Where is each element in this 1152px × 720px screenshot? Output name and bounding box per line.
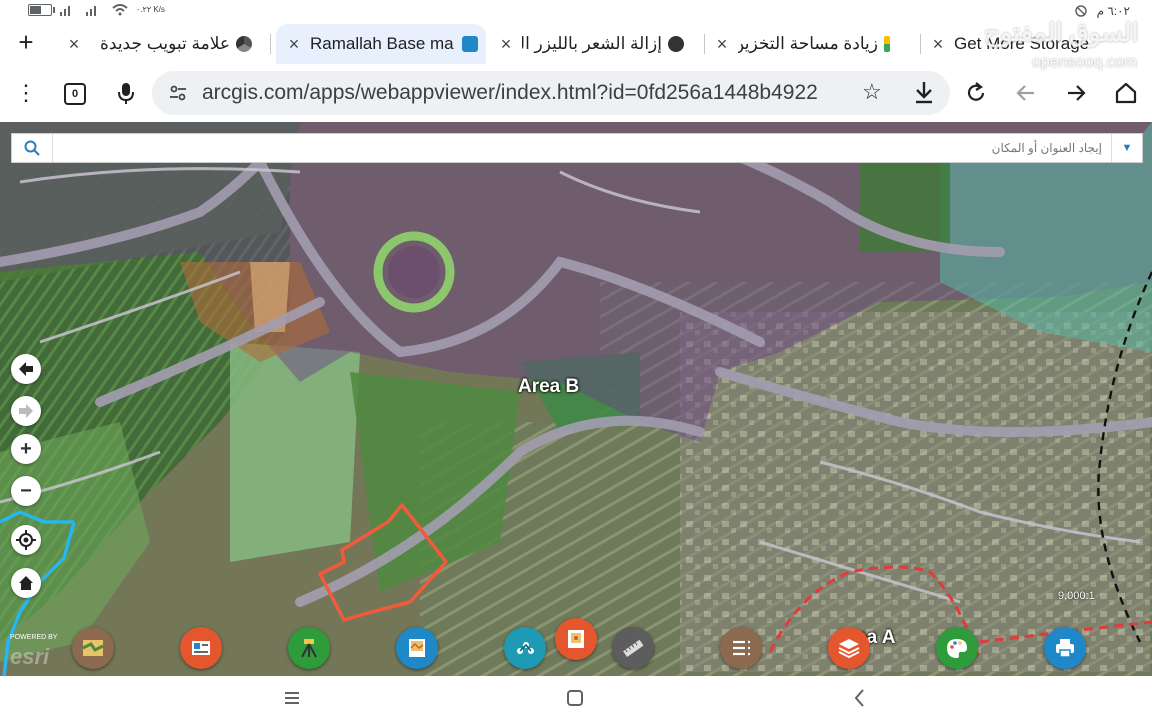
next-extent-button[interactable]: [11, 396, 41, 426]
globe-icon: [668, 36, 684, 52]
close-tab-icon[interactable]: ×: [496, 34, 516, 55]
arcgis-icon: [462, 36, 478, 52]
signal-icon-2: [86, 6, 96, 16]
chevron-down-icon[interactable]: ▼: [1111, 134, 1142, 162]
back-nav-icon[interactable]: [848, 686, 872, 710]
recents-icon[interactable]: [280, 686, 304, 710]
opensooq-watermark-url: opensooq.com: [1032, 54, 1137, 71]
tab-strip: + × علامة تبويب جديدة × Ramallah Base ma…: [0, 24, 1152, 64]
clock: ٦:٠٢ م: [1096, 4, 1130, 18]
new-tab-button[interactable]: +: [12, 28, 40, 56]
widget-toolbar: [0, 618, 1152, 676]
analysis-widget[interactable]: [504, 627, 546, 669]
tripod-icon: [301, 639, 317, 658]
tab-title: إزالة الشعر بالليزر الدو: [522, 34, 662, 53]
wifi-icon: [112, 4, 128, 16]
status-bar: ٠.٢٢ K/s ٦:٠٢ م: [0, 0, 1152, 24]
layers-widget[interactable]: [828, 627, 870, 669]
download-icon[interactable]: [912, 79, 936, 105]
ruler-icon: [623, 639, 644, 658]
microphone-icon[interactable]: [112, 79, 140, 107]
forward-arrow-icon[interactable]: [1062, 79, 1090, 107]
photo-frame-icon: [568, 630, 584, 648]
list-widget[interactable]: [720, 627, 762, 669]
search-button[interactable]: [12, 134, 53, 162]
tab-switcher-button[interactable]: 0: [64, 83, 86, 105]
previous-extent-button[interactable]: [11, 354, 41, 384]
zoom-out-button[interactable]: −: [11, 476, 41, 506]
net-speed: ٠.٢٢ K/s: [136, 5, 165, 14]
default-extent-button[interactable]: [11, 568, 41, 598]
basemap-gallery-widget[interactable]: [72, 627, 114, 669]
map-icon: [82, 640, 104, 656]
coordinate-widget[interactable]: [180, 627, 222, 669]
search-placeholder[interactable]: إيجاد العنوان أو المكان: [992, 141, 1102, 155]
my-location-button[interactable]: [11, 525, 41, 555]
zoom-in-button[interactable]: +: [11, 434, 41, 464]
battery-icon: [28, 4, 55, 16]
address-bar[interactable]: arcgis.com/apps/webappviewer/index.html?…: [152, 71, 950, 115]
map-document-icon: [409, 639, 425, 657]
reload-icon[interactable]: [962, 79, 990, 107]
url-text[interactable]: arcgis.com/apps/webappviewer/index.html?…: [202, 81, 842, 105]
tab-ramallah-base-map[interactable]: × Ramallah Base ma: [276, 24, 486, 64]
area-b-label: Area B: [518, 376, 580, 397]
menu-kebab-icon[interactable]: ⋮: [12, 79, 40, 107]
arrow-right-icon: [19, 404, 33, 418]
photo-frame-widget[interactable]: [555, 618, 597, 660]
scale-readout: 9,000:1: [1058, 590, 1095, 602]
tab-new-tab[interactable]: × علامة تبويب جديدة: [64, 24, 268, 64]
chrome-icon: [236, 36, 252, 52]
close-tab-icon[interactable]: ×: [64, 34, 84, 55]
home-icon: [19, 576, 33, 590]
tab-title: زيادة مساحة التخزين: [738, 34, 878, 53]
palette-icon: [947, 639, 967, 658]
locate-icon: [16, 530, 36, 550]
print-icon: [1056, 639, 1074, 658]
coordinate-card-icon: [192, 641, 210, 655]
map-view[interactable]: إيجاد العنوان أو المكان ▼ Area B ea A 9,…: [0, 122, 1152, 676]
list-icon: [733, 640, 750, 656]
browser-toolbar: ⋮ 0 arcgis.com/apps/webappviewer/index.h…: [0, 64, 1152, 122]
dnd-icon: [1074, 5, 1087, 17]
close-tab-icon[interactable]: ×: [928, 34, 948, 55]
search-icon: [24, 140, 40, 156]
opensooq-watermark: السوق المفتوح: [984, 19, 1139, 47]
ruler-widget[interactable]: [612, 627, 654, 669]
tab-increase-storage[interactable]: × زيادة مساحة التخزين: [712, 24, 912, 64]
analysis-icon: [517, 642, 534, 654]
android-nav-bar: [0, 676, 1152, 720]
layers-icon: [838, 639, 860, 659]
tab-laser-hair-removal[interactable]: × إزالة الشعر بالليزر الدو: [496, 24, 696, 64]
site-info-icon[interactable]: [166, 81, 190, 105]
print-widget[interactable]: [1044, 627, 1086, 669]
back-arrow-icon[interactable]: [1012, 79, 1040, 107]
satellite-map[interactable]: [0, 122, 1152, 676]
bookmark-star-icon[interactable]: ☆: [862, 79, 882, 105]
google-icon: [884, 36, 890, 52]
map-document-widget[interactable]: [396, 627, 438, 669]
close-tab-icon[interactable]: ×: [284, 34, 304, 55]
geocoder-search[interactable]: إيجاد العنوان أو المكان ▼: [11, 133, 1143, 163]
tab-title: علامة تبويب جديدة: [99, 34, 230, 53]
tab-title: Ramallah Base ma: [310, 34, 454, 53]
signal-icon: [60, 6, 70, 16]
home-icon[interactable]: [1112, 79, 1140, 107]
home-nav-icon[interactable]: [563, 686, 587, 710]
measurement-survey-widget[interactable]: [288, 627, 330, 669]
palette-widget[interactable]: [936, 627, 978, 669]
arrow-left-icon: [19, 362, 33, 376]
close-tab-icon[interactable]: ×: [712, 34, 732, 55]
